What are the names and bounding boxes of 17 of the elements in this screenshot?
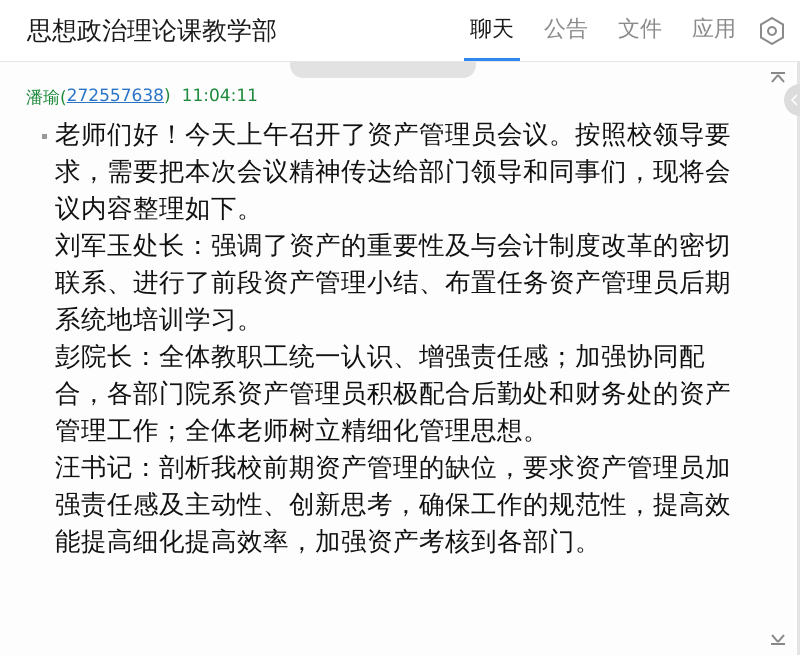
paren-text: ) [164,86,171,108]
message-time: 11:04:11 [182,86,258,108]
message-paragraph: 彭院长：全体教职工统一认识、增强责任感；加强协同配合，各部门院系资产管理员积极配合后勤处和财务处的资产管理工作；全体老师树立精细化管理思想。 [55,341,732,448]
chevron-left-icon [790,94,798,106]
tab[interactable]: 文件 [612,0,668,61]
message-paragraph: 老师们好！今天上午召开了资产管理员会议。按照校领导要求，需要把本次会议精神传达给部门领导和同事们，现将会议内容整理如下。 [55,119,732,226]
window-title: 思想政治理论课教学部 [27,15,278,47]
sender-name: 潘瑜( [26,87,67,109]
scroll-bottom-icon[interactable] [770,633,786,645]
scroll-top-icon[interactable] [770,72,786,84]
message-paragraph: 刘军玉处长：强调了资产的重要性及与会计制度改革的密切联系、进行了前段资产管理小结、布置任务资产管理员后期系统地培训学习。 [55,230,732,337]
settings-icon[interactable] [758,16,786,46]
tab[interactable]: 应用 [686,0,742,61]
message-paragraph: 汪书记：剖析我校前期资产管理的缺位，要求资产管理员加强责任感及主动性、创新思考，确保工作的规范性，提高效能提高细化提高效率，加强资产考核到各部门。 [55,452,732,559]
tab[interactable]: 公告 [538,0,594,61]
sender-id-link[interactable]: 272557638 [66,86,164,109]
bullet-icon [42,134,47,139]
